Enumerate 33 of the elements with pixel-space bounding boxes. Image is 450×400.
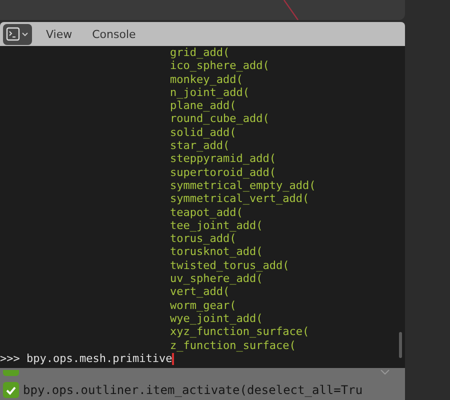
report-text: bpy.ops.outliner.item_activate(deselect_all=Tru (23, 383, 363, 397)
chevron-icon (21, 30, 29, 38)
completion-line: symmetrical_vert_add( (170, 192, 310, 206)
chevron-icon[interactable] (379, 370, 391, 376)
completion-line: ico_sphere_add( (170, 59, 270, 73)
text-cursor (172, 352, 174, 365)
scrollbar[interactable] (399, 332, 402, 358)
completion-line: solid_add( (170, 126, 236, 140)
completion-line: torusknot_add( (170, 245, 263, 259)
completion-line: monkey_add( (170, 72, 243, 86)
completion-line: symmetrical_empty_add( (170, 178, 316, 192)
prompt-text: >>> bpy.ops.mesh.primitive (0, 352, 172, 366)
terminal-icon (6, 27, 20, 41)
completion-line: uv_sphere_add( (170, 272, 263, 286)
completion-line: z_function_surface( (170, 338, 296, 352)
completion-line: plane_add( (170, 99, 236, 112)
completion-line: worm_gear( (170, 298, 236, 312)
editor-type-button[interactable] (3, 24, 32, 44)
completion-line: wye_joint_add( (170, 312, 263, 326)
completion-line: tee_joint_add( (170, 218, 263, 232)
completion-line: teapot_add( (170, 206, 243, 219)
completion-line: vert_add( (170, 285, 230, 299)
completion-line: n_joint_add( (170, 86, 250, 100)
completion-line: round_cube_add( (170, 112, 270, 126)
completion-line: steppyramid_add( (170, 152, 276, 166)
completion-line: star_add( (170, 139, 230, 152)
completion-line: xyz_function_surface( (170, 325, 310, 339)
menu-item[interactable]: Console (86, 28, 142, 40)
completion-line: grid_add( (170, 46, 230, 60)
completion-line: supertoroid_add( (170, 166, 276, 179)
completion-line: torus_add( (170, 232, 236, 246)
menu-item[interactable]: View (40, 28, 78, 40)
completion-line: twisted_torus_add( (170, 258, 290, 272)
